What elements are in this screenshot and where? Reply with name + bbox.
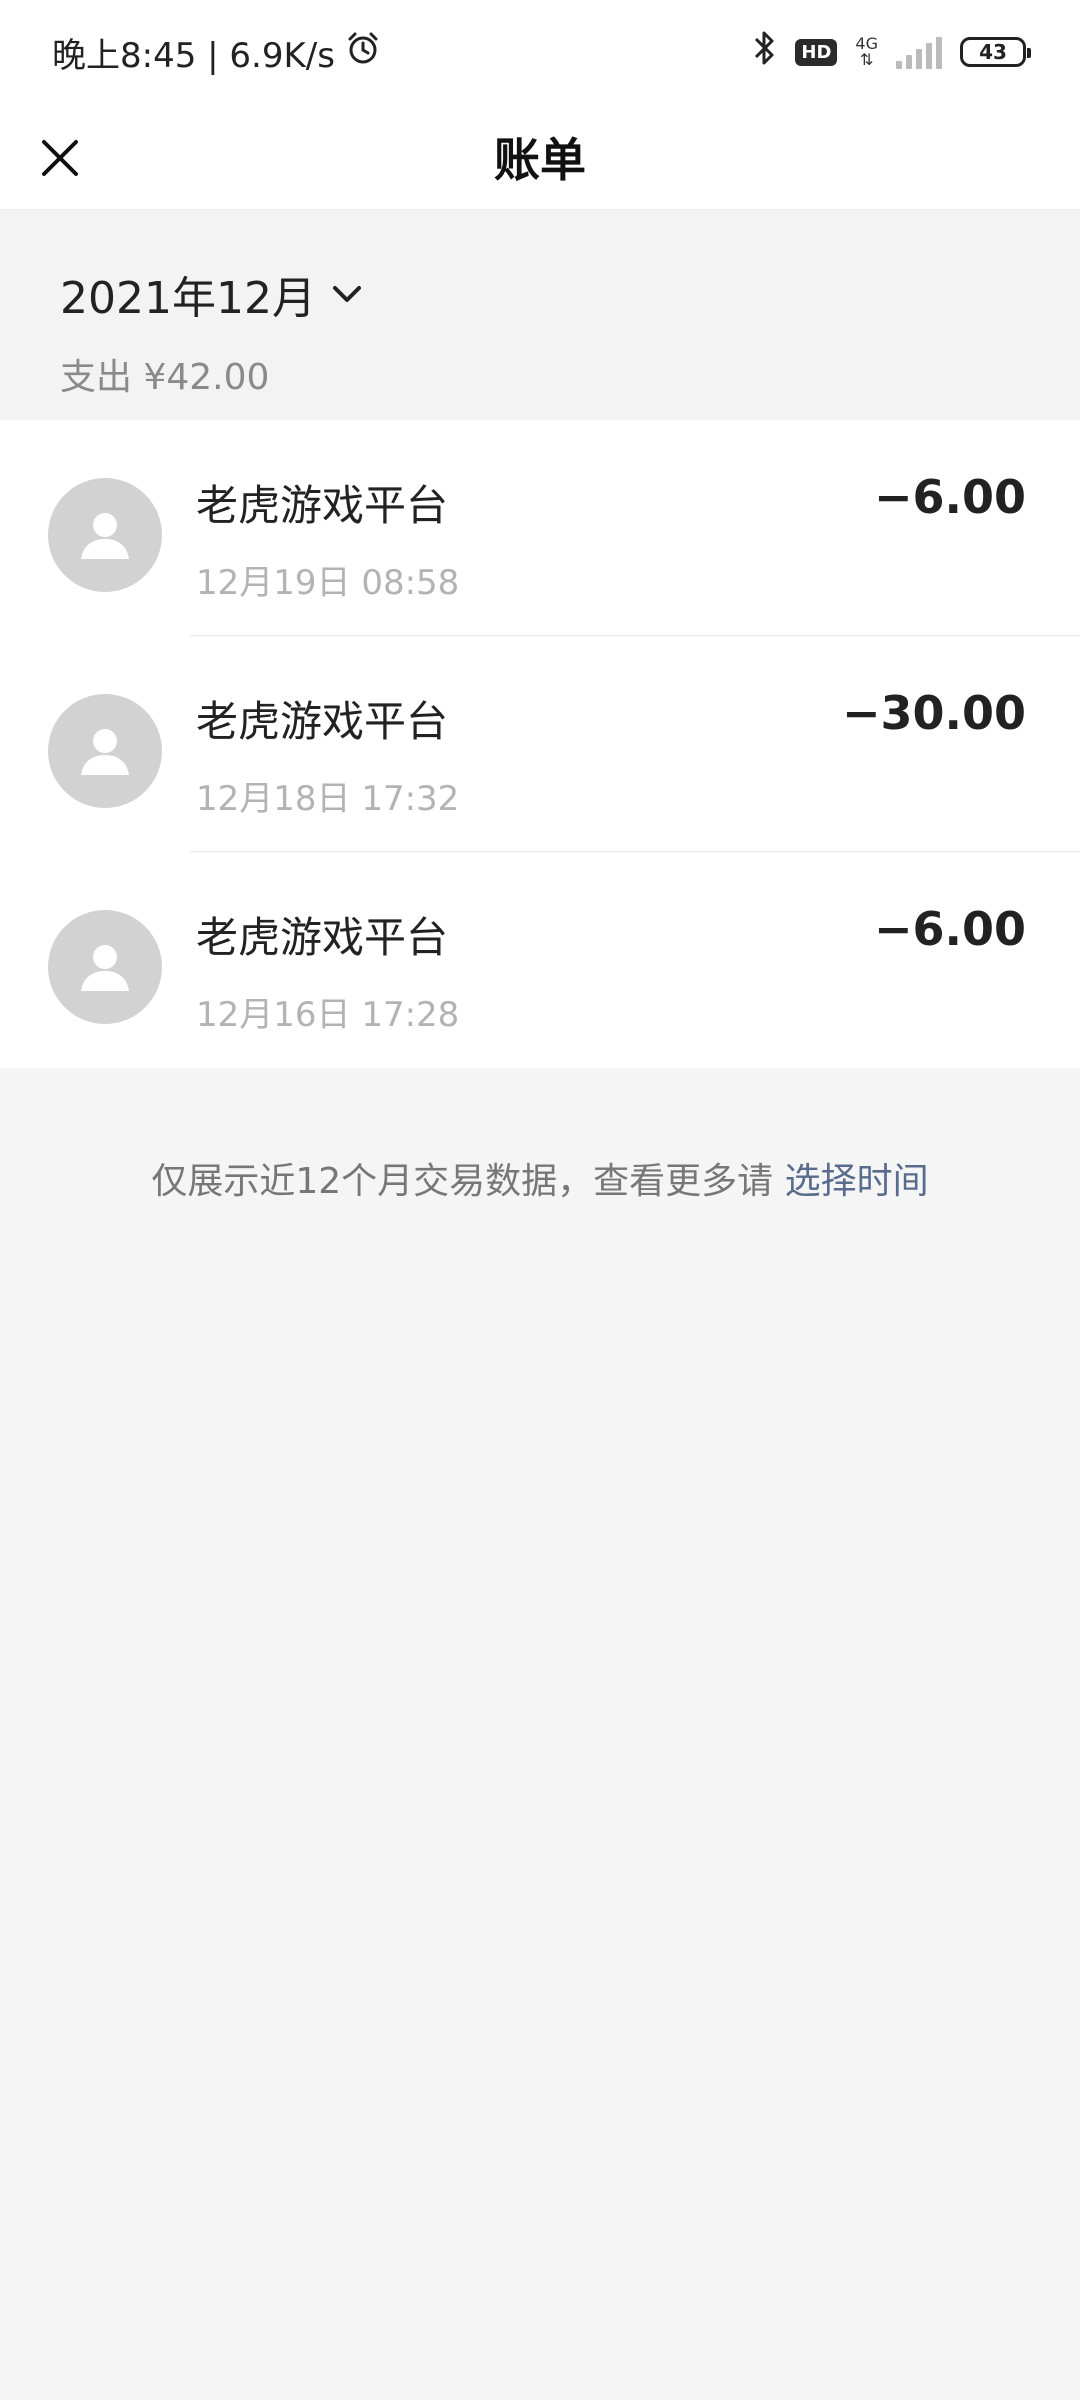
transaction-row[interactable]: 老虎游戏平台 12月19日 08:58 −6.00 [0,420,1080,636]
transaction-body: 老虎游戏平台 12月16日 17:28 [196,904,874,1036]
transaction-time: 12月16日 17:28 [196,995,460,1035]
transaction-time: 12月18日 17:32 [196,779,460,819]
close-icon [42,140,78,176]
status-time: 晚上8:45 | 6.9K/s [52,35,335,76]
merchant-name: 老虎游戏平台 [196,913,449,962]
transaction-list: 老虎游戏平台 12月19日 08:58 −6.00 老虎游戏平台 12月18日 … [0,420,1080,1068]
transaction-amount: −6.00 [873,470,1026,524]
battery-level: 43 [979,40,1007,64]
avatar [48,478,162,592]
transaction-body: 老虎游戏平台 12月18日 17:32 [196,688,842,820]
user-icon [81,945,129,991]
select-time-link[interactable]: 选择时间 [785,1161,929,1202]
close-button[interactable] [28,126,92,190]
user-icon [81,513,129,559]
bluetooth-icon [753,29,777,76]
signal-icon [896,35,942,69]
alarm-icon [345,30,381,75]
status-right: HD 4G ⇅ 43 [753,29,1031,76]
month-selector[interactable]: 2021年12月 [60,262,1020,326]
page-title: 账单 [494,132,586,187]
transaction-time: 12月19日 08:58 [196,563,460,603]
transaction-row[interactable]: 老虎游戏平台 12月16日 17:28 −6.00 [0,852,1080,1068]
header: 账单 [0,104,1080,210]
footer-note: 仅展示近12个月交易数据，查看更多请 选择时间 [0,1152,1080,1204]
merchant-name: 老虎游戏平台 [196,697,449,746]
chevron-down-icon [332,286,361,302]
transaction-row[interactable]: 老虎游戏平台 12月18日 17:32 −30.00 [0,636,1080,852]
expense-summary: 支出 ¥42.00 [60,357,270,398]
transaction-amount: −30.00 [841,686,1026,740]
avatar [48,694,162,808]
merchant-name: 老虎游戏平台 [196,481,449,530]
status-bar: 晚上8:45 | 6.9K/s HD 4G ⇅ 43 [0,0,1080,104]
hd-badge: HD [795,38,838,66]
avatar [48,910,162,1024]
footer-note-text: 仅展示近12个月交易数据，查看更多请 [151,1161,785,1202]
transaction-body: 老虎游戏平台 12月19日 08:58 [196,472,874,604]
battery-icon: 43 [960,37,1031,67]
data-arrows-icon: ⇅ [860,50,874,69]
month-summary: 2021年12月 支出 ¥42.00 [0,210,1080,420]
month-label: 2021年12月 [60,273,316,324]
network-type: 4G ⇅ [855,36,878,68]
user-icon [81,729,129,775]
transaction-amount: −6.00 [873,902,1026,956]
status-left: 晚上8:45 | 6.9K/s [52,28,381,77]
